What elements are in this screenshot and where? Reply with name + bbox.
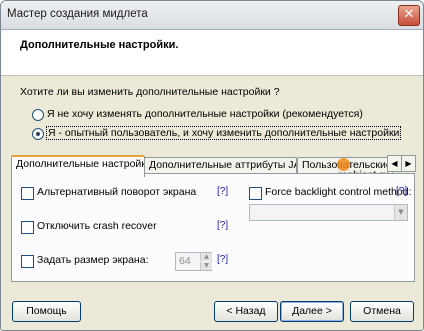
next-button[interactable]: Далее >: [280, 301, 344, 322]
wizard-window: Мастер создания мидлета ✕ Дополнительные…: [0, 0, 424, 331]
right-arrow-icon: ▶: [405, 159, 412, 168]
page-title: Дополнительные настройки.: [20, 39, 179, 51]
backlight-help-link[interactable]: [?]: [396, 186, 407, 197]
crash-recover-checkbox[interactable]: [21, 221, 34, 234]
radio-button-selected[interactable]: [32, 128, 44, 140]
chevron-down-icon[interactable]: ▼: [394, 205, 407, 220]
crash-recover-help-link[interactable]: [?]: [217, 220, 228, 231]
back-button[interactable]: < Назад: [214, 301, 278, 322]
title-bar[interactable]: Мастер создания мидлета ✕: [1, 1, 423, 30]
alt-rotation-help-link[interactable]: [?]: [217, 186, 228, 197]
radio-label[interactable]: Я не хочу изменять дополнительные настро…: [47, 108, 363, 120]
screen-size-value[interactable]: 64: [179, 255, 191, 267]
window-title: Мастер создания мидлета: [7, 8, 148, 20]
backlight-label: Force backlight control method:: [265, 186, 412, 198]
radio-button[interactable]: [32, 109, 44, 121]
cancel-button[interactable]: Отмена: [350, 301, 414, 322]
close-icon: ✕: [403, 7, 415, 22]
alt-rotation-label: Альтернативный поворот экрана: [37, 186, 197, 198]
help-button[interactable]: Помощь: [12, 301, 81, 322]
screen-size-stepper[interactable]: 64 ▲ ▼: [175, 252, 212, 271]
radio-label[interactable]: Я - опытный пользователь, и хочу изменит…: [45, 126, 402, 140]
close-button[interactable]: ✕: [398, 5, 420, 26]
tab-additional-settings[interactable]: Дополнительные настройки: [11, 155, 145, 177]
tab-panel-additional-settings: Альтернативный поворот экрана [?] Отключ…: [11, 173, 415, 282]
crash-recover-label: Отключить crash recover: [37, 220, 157, 232]
tab-scroll-right[interactable]: ▶: [401, 155, 416, 172]
question-label: Хотите ли вы изменить дополнительные нас…: [20, 86, 280, 98]
backlight-method-select[interactable]: ▼: [249, 204, 408, 221]
alt-rotation-checkbox[interactable]: [21, 187, 34, 200]
screen-size-checkbox[interactable]: [21, 255, 34, 268]
header-panel: Дополнительные настройки.: [1, 30, 423, 76]
spin-down-icon[interactable]: ▼: [200, 262, 212, 270]
spin-up-icon[interactable]: ▲: [200, 253, 212, 261]
left-arrow-icon: ◀: [391, 159, 398, 168]
tab-scroll-left[interactable]: ◀: [387, 155, 402, 172]
backlight-checkbox[interactable]: [249, 187, 262, 200]
screen-size-label: Задать размер экрана:: [37, 254, 149, 266]
screen-size-help-link[interactable]: [?]: [217, 254, 228, 265]
